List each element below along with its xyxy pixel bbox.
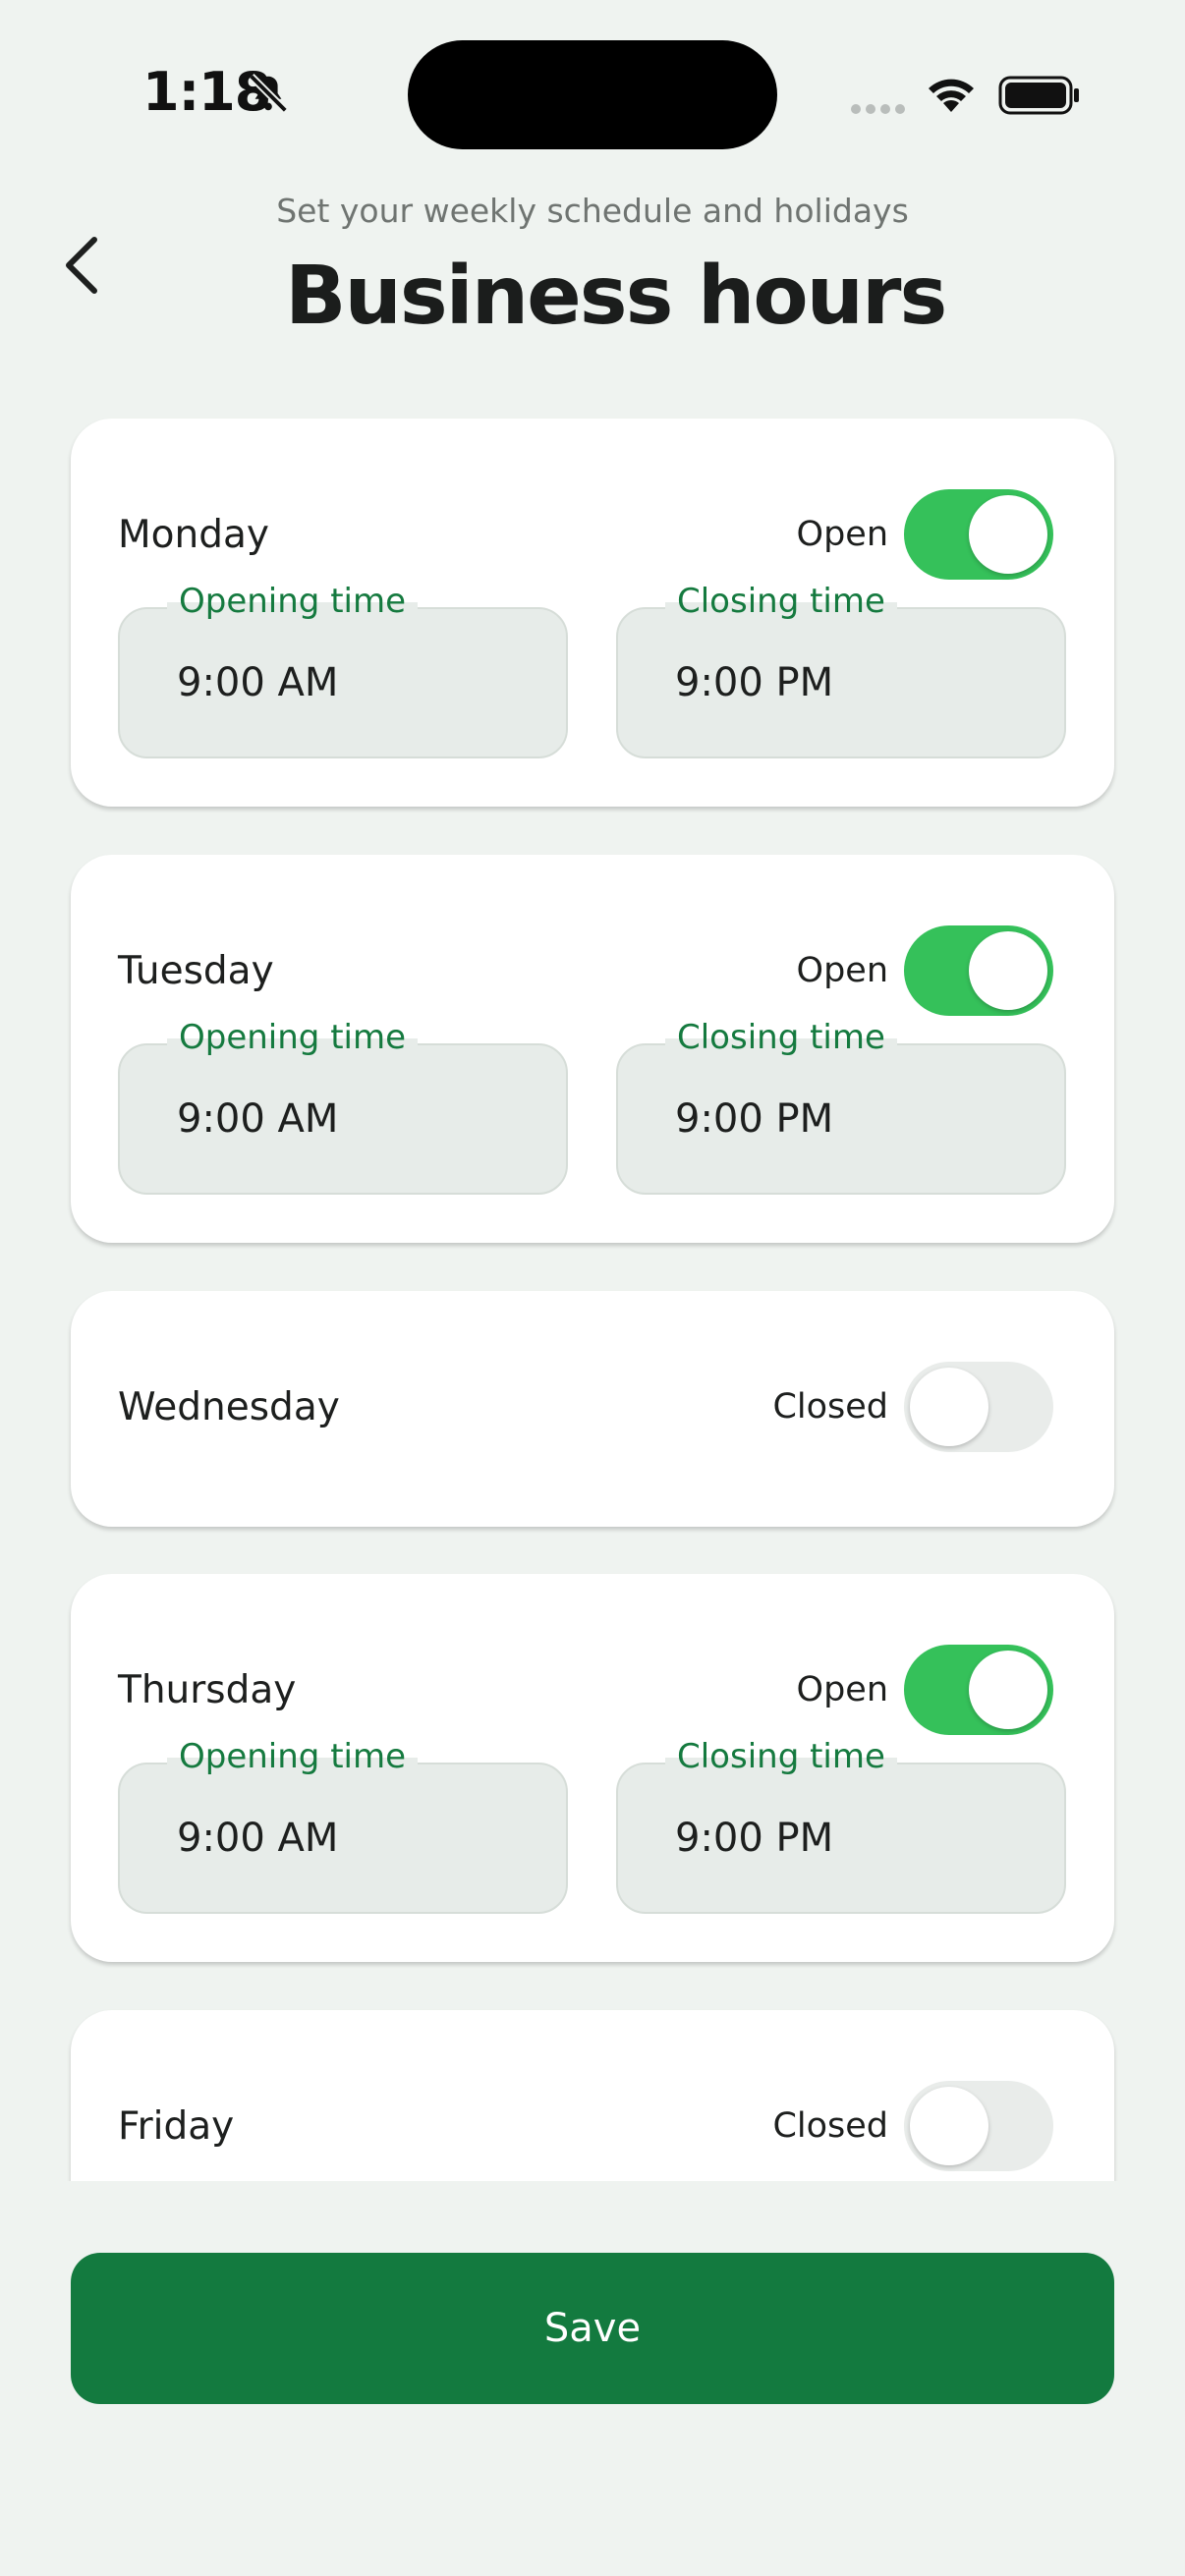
- day-name: Monday: [118, 513, 269, 557]
- closing-time-label: Closing time: [665, 1737, 897, 1776]
- closing-time-value: 9:00 PM: [675, 1816, 834, 1861]
- closing-time-field-thursday[interactable]: Closing time 9:00 PM: [616, 1737, 1066, 1914]
- bell-slash-icon: [249, 74, 288, 113]
- day-state-label: Open: [796, 515, 888, 554]
- day-name: Friday: [118, 2104, 235, 2149]
- day-card-monday: Monday Open Opening time 9:00 AM Closing…: [71, 419, 1114, 807]
- closing-time-field-tuesday[interactable]: Closing time 9:00 PM: [616, 1018, 1066, 1195]
- opening-time-label: Opening time: [167, 582, 419, 621]
- day-state-label: Open: [796, 1670, 888, 1709]
- day-state-label: Closed: [772, 2106, 888, 2146]
- days-list: Monday Open Opening time 9:00 AM Closing…: [0, 393, 1185, 2181]
- closing-time-field-monday[interactable]: Closing time 9:00 PM: [616, 582, 1066, 758]
- closing-time-value: 9:00 PM: [675, 660, 834, 705]
- opening-time-field-monday[interactable]: Opening time 9:00 AM: [118, 582, 568, 758]
- page-subtitle: Set your weekly schedule and holidays: [276, 192, 909, 230]
- day-state-label: Closed: [772, 1387, 888, 1427]
- toggle-knob: [969, 495, 1047, 574]
- closing-time-label: Closing time: [665, 1018, 897, 1057]
- day-card-tuesday: Tuesday Open Opening time 9:00 AM Closin…: [71, 855, 1114, 1243]
- day-name: Wednesday: [118, 1385, 340, 1429]
- day-name: Tuesday: [118, 949, 274, 993]
- opening-time-value: 9:00 AM: [177, 1816, 339, 1861]
- opening-time-field-tuesday[interactable]: Opening time 9:00 AM: [118, 1018, 568, 1195]
- opening-time-value: 9:00 AM: [177, 1096, 339, 1142]
- toggle-knob: [969, 1651, 1047, 1729]
- day-name: Thursday: [118, 1668, 297, 1712]
- toggle-knob: [969, 931, 1047, 1010]
- day-state-label: Open: [796, 951, 888, 990]
- open-toggle-monday[interactable]: [904, 489, 1053, 580]
- status-bar: 1:18: [0, 0, 1185, 187]
- day-card-thursday: Thursday Open Opening time 9:00 AM Closi…: [71, 1574, 1114, 1962]
- closing-time-label: Closing time: [665, 582, 897, 621]
- save-button[interactable]: Save: [71, 2253, 1114, 2404]
- opening-time-field-thursday[interactable]: Opening time 9:00 AM: [118, 1737, 568, 1914]
- dynamic-island: [408, 40, 777, 149]
- wifi-icon: [929, 79, 974, 112]
- open-toggle-thursday[interactable]: [904, 1645, 1053, 1735]
- open-toggle-friday[interactable]: [904, 2081, 1053, 2171]
- open-toggle-tuesday[interactable]: [904, 925, 1053, 1016]
- open-toggle-wednesday[interactable]: [904, 1362, 1053, 1452]
- signal-icon: [851, 104, 905, 114]
- closing-time-value: 9:00 PM: [675, 1096, 834, 1142]
- toggle-knob: [910, 1368, 988, 1446]
- toggle-knob: [910, 2087, 988, 2165]
- page-title: Business hours: [285, 250, 947, 343]
- day-card-wednesday: Wednesday Closed: [71, 1291, 1114, 1527]
- day-card-friday: Friday Closed: [71, 2010, 1114, 2181]
- opening-time-value: 9:00 AM: [177, 660, 339, 705]
- back-button[interactable]: [55, 226, 114, 305]
- opening-time-label: Opening time: [167, 1737, 419, 1776]
- opening-time-label: Opening time: [167, 1018, 419, 1057]
- battery-icon: [998, 76, 1079, 115]
- chevron-left-icon: [66, 237, 97, 294]
